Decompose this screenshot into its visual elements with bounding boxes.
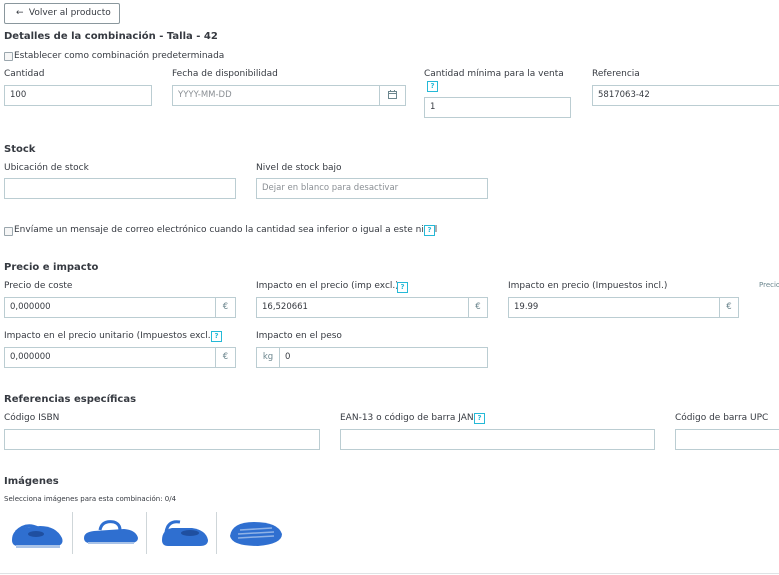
reference-label: Referencia (592, 69, 640, 79)
price-impact-help-icon[interactable]: ? (397, 282, 408, 293)
low-stock-email-help-icon[interactable]: ? (424, 225, 435, 236)
weight-impact-label: Impacto en el peso (256, 331, 342, 341)
thumbnail-divider (216, 512, 217, 554)
combination-image-4[interactable] (224, 512, 286, 554)
low-stock-email-label: Envíame un mensaje de correo electrónico… (14, 225, 438, 235)
isbn-input[interactable] (4, 429, 320, 450)
upc-label: Código de barra UPC (675, 413, 769, 423)
upc-input[interactable] (675, 429, 779, 450)
unit-price-impact-input[interactable]: 0,000000 (4, 347, 216, 368)
reference-input[interactable]: 5817063-42 (592, 85, 779, 106)
ean13-help-icon[interactable]: ? (474, 413, 485, 424)
min-quantity-help-icon[interactable]: ? (427, 81, 438, 92)
price-impact-incl-label: Impacto en precio (Impuestos incl.) (508, 281, 668, 291)
weight-impact-input[interactable]: 0 (279, 347, 488, 368)
isbn-label: Código ISBN (4, 413, 60, 423)
low-stock-email-checkbox[interactable] (4, 227, 13, 236)
quantity-input[interactable]: 100 (4, 85, 152, 106)
impact-incl-currency-addon: € (719, 297, 739, 318)
low-stock-input[interactable]: Dejar en blanco para desactivar (256, 178, 488, 199)
calendar-button[interactable] (379, 85, 406, 106)
price-heading: Precio e impacto (4, 262, 99, 273)
calendar-icon (388, 90, 397, 99)
stock-heading: Stock (4, 144, 36, 155)
cost-price-label: Precio de coste (4, 281, 73, 291)
price-impact-excl-label: Impacto en el precio (imp excl.) (256, 281, 399, 291)
unit-price-help-icon[interactable]: ? (211, 331, 222, 342)
default-combination-label: Establecer como combinación predetermina… (14, 51, 225, 61)
final-price-label: Precio (759, 281, 779, 289)
images-hint: Selecciona imágenes para esta combinació… (4, 495, 177, 503)
cost-currency-addon: € (215, 297, 236, 318)
unit-price-impact-label: Impacto en el precio unitario (Impuestos… (4, 331, 215, 341)
back-button-label: Volver al producto (28, 8, 111, 18)
clog-image (84, 520, 138, 544)
min-quantity-label: Cantidad mínima para la venta (424, 69, 564, 79)
clog-image (12, 524, 63, 548)
arrow-left-icon: ← (16, 8, 24, 18)
stock-location-label: Ubicación de stock (4, 163, 89, 173)
clog-image (162, 520, 208, 546)
price-impact-incl-input[interactable]: 19.99 (508, 297, 720, 318)
bottom-divider (0, 573, 779, 574)
combination-image-2[interactable] (80, 512, 142, 554)
combination-image-1[interactable] (6, 512, 68, 554)
ean13-label: EAN-13 o código de barra JAN (340, 413, 474, 423)
impact-excl-currency-addon: € (468, 297, 488, 318)
combination-image-3[interactable] (152, 512, 214, 554)
unit-price-currency-addon: € (215, 347, 236, 368)
default-combination-checkbox[interactable] (4, 52, 13, 61)
specific-references-heading: Referencias específicas (4, 394, 137, 405)
ean13-input[interactable] (340, 429, 655, 450)
thumbnail-divider (146, 512, 147, 554)
cost-price-input[interactable]: 0,000000 (4, 297, 216, 318)
availability-label: Fecha de disponibilidad (172, 69, 278, 79)
availability-date-input[interactable]: YYYY-MM-DD (172, 85, 380, 106)
weight-unit-addon: kg (256, 347, 280, 368)
clog-sole-image (230, 522, 282, 546)
stock-location-input[interactable] (4, 178, 236, 199)
combination-title: Detalles de la combinación - Talla - 42 (4, 31, 218, 42)
back-to-product-button[interactable]: ← Volver al producto (4, 3, 120, 24)
price-impact-excl-input[interactable]: 16,520661 (256, 297, 469, 318)
low-stock-label: Nivel de stock bajo (256, 163, 342, 173)
min-quantity-input[interactable]: 1 (424, 97, 571, 118)
thumbnail-divider (72, 512, 73, 554)
images-heading: Imágenes (4, 476, 59, 487)
quantity-label: Cantidad (4, 69, 45, 79)
